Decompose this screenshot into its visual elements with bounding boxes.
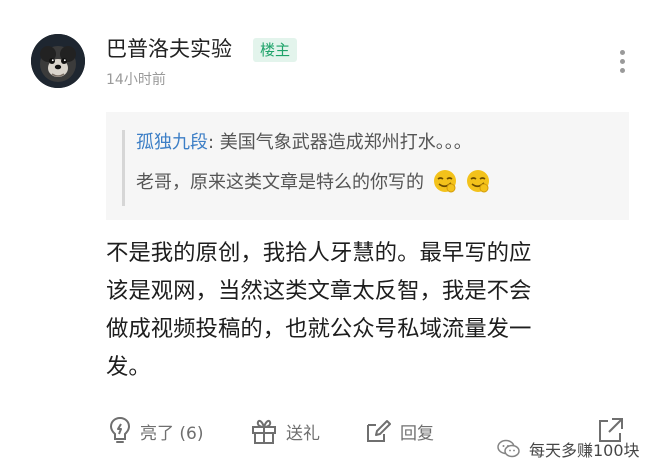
reply-button[interactable]: 回复 [364, 414, 434, 448]
reply-line: 不是我的原创，我拾人牙慧的。最早写的应 [106, 240, 532, 266]
comment-page: 巴普洛夫实验 楼主 14小时前 孤独九段: 美国气象武器造成郑州打水。。。 老哥… [0, 0, 669, 475]
reply-line: 发。 [106, 354, 151, 380]
quote-text-2: 老哥，原来这类文章是特么的你写的 [136, 172, 424, 193]
dog-avatar-icon [31, 34, 85, 88]
author-name[interactable]: 巴普洛夫实验 [106, 35, 232, 63]
reply-line: 该是观网，当然这类文章太反智，我是不会 [106, 278, 532, 304]
like-label: 亮了 (6) [140, 423, 204, 444]
quote-separator: : [208, 132, 220, 153]
wechat-icon [497, 439, 520, 458]
cunning-smile-emoji-icon [433, 170, 456, 193]
gift-label: 送礼 [286, 423, 320, 444]
edit-reply-icon [367, 420, 391, 442]
gift-button[interactable]: 送礼 [250, 414, 320, 448]
cunning-smile-emoji-icon [467, 170, 490, 193]
watermark: 每天多赚100块 [497, 437, 640, 461]
lightbulb-icon [109, 416, 131, 443]
quoted-comment[interactable]: 孤独九段: 美国气象武器造成郑州打水。。。 老哥，原来这类文章是特么的你写的 [106, 112, 629, 220]
timestamp: 14小时前 [106, 72, 166, 88]
avatar[interactable] [31, 34, 85, 88]
reply-text: 不是我的原创，我拾人牙慧的。最早写的应 该是观网，当然这类文章太反智，我是不会 … [106, 234, 626, 386]
gift-icon [252, 419, 276, 444]
watermark-text: 每天多赚100块 [529, 441, 640, 460]
quote-text-1: 美国气象武器造成郑州打水。。。 [219, 132, 472, 153]
op-badge: 楼主 [253, 38, 298, 62]
quote-bar [122, 130, 125, 206]
reply-label: 回复 [400, 423, 434, 444]
quote-author[interactable]: 孤独九段 [136, 132, 208, 153]
reply-line: 做成视频投稿的，也就公众号私域流量发一 [106, 316, 532, 342]
more-vertical-icon[interactable] [615, 50, 629, 80]
quote-line-2: 老哥，原来这类文章是特么的你写的 [136, 170, 491, 196]
quote-line-1: 孤独九段: 美国气象武器造成郑州打水。。。 [136, 130, 472, 156]
like-button[interactable]: 亮了 (6) [108, 414, 203, 448]
